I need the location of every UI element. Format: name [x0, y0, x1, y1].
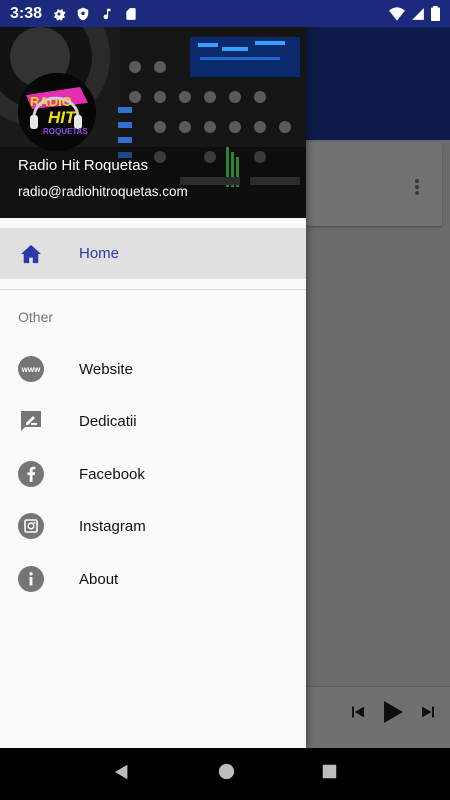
- svg-text:ROQUETAS: ROQUETAS: [43, 127, 88, 136]
- navigation-drawer: RADIO HIT ROQUETAS Radio Hit Roquetas ra…: [0, 0, 306, 748]
- drawer-item-facebook[interactable]: Facebook: [0, 448, 306, 500]
- drawer-item-website[interactable]: www Website: [0, 343, 306, 395]
- facebook-icon: [18, 461, 44, 487]
- drawer-header: RADIO HIT ROQUETAS Radio Hit Roquetas ra…: [0, 27, 306, 218]
- station-logo: RADIO HIT ROQUETAS: [18, 73, 96, 151]
- shield-icon: [76, 7, 90, 21]
- drawer-item-home[interactable]: Home: [0, 228, 306, 279]
- instagram-icon: [18, 513, 44, 539]
- signal-icon: [411, 7, 425, 21]
- drawer-item-label: Website: [79, 360, 133, 378]
- back-icon[interactable]: [113, 763, 131, 786]
- drawer-item-about[interactable]: About: [0, 553, 306, 605]
- music-note-icon: [100, 7, 114, 21]
- more-options-icon[interactable]: [414, 178, 420, 201]
- station-name: Radio Hit Roquetas: [18, 157, 149, 174]
- drawer-item-instagram[interactable]: Instagram: [0, 500, 306, 552]
- home-icon: [18, 241, 44, 267]
- settings-icon: [52, 7, 66, 21]
- sd-card-icon: [124, 7, 138, 21]
- drawer-item-label: Dedicatii: [79, 412, 137, 430]
- drawer-item-label: Facebook: [79, 465, 145, 483]
- www-icon: www: [18, 356, 44, 382]
- edit-message-icon: [18, 408, 44, 434]
- drawer-item-dedicatii[interactable]: Dedicatii: [0, 395, 306, 447]
- svg-text:HIT: HIT: [48, 108, 77, 127]
- status-bar: 3:38: [0, 0, 450, 27]
- status-time: 3:38: [10, 4, 43, 22]
- system-nav-bar: [0, 748, 450, 800]
- drawer-item-label: Home: [79, 245, 120, 262]
- drawer-item-label: Instagram: [79, 517, 146, 535]
- skip-next-icon[interactable]: [420, 704, 436, 725]
- drawer-item-label: About: [79, 570, 119, 588]
- player-controls: [350, 700, 436, 729]
- info-icon: [18, 566, 44, 592]
- recents-icon[interactable]: [322, 764, 337, 784]
- station-card[interactable]: [306, 142, 442, 226]
- station-email: radio@radiohitroquetas.com: [18, 184, 188, 199]
- skip-previous-icon[interactable]: [350, 704, 366, 725]
- svg-text:www: www: [21, 365, 41, 374]
- wifi-icon: [389, 6, 405, 21]
- play-icon[interactable]: [382, 700, 404, 729]
- drawer-divider: [0, 289, 306, 290]
- battery-icon: [431, 6, 440, 21]
- home-nav-icon[interactable]: [218, 763, 235, 785]
- section-title-other: Other: [18, 309, 54, 325]
